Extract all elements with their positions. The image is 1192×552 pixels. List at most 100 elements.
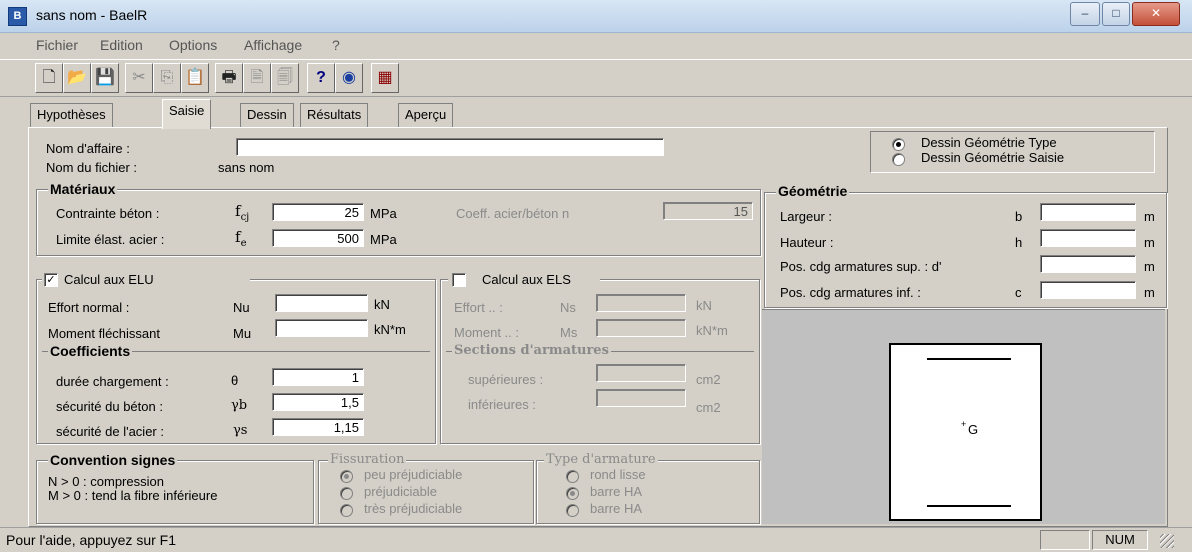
els-moment-label: Moment .. : <box>454 325 520 340</box>
menu-bar: Fichier Edition Options Affichage ? <box>0 33 1192 57</box>
moment-flechissant-input[interactable] <box>275 319 368 337</box>
coeff-acier-beton-input[interactable]: 15 <box>663 202 753 220</box>
maximize-button[interactable]: □ <box>1102 2 1130 26</box>
nom-fichier-label: Nom du fichier : <box>46 160 138 175</box>
paste-icon[interactable]: 📋 <box>181 63 209 93</box>
tab-resultats[interactable]: Résultats <box>300 103 369 128</box>
elu-checkbox[interactable]: ✓ <box>44 273 58 287</box>
menu-affichage[interactable]: Affichage <box>244 37 302 53</box>
status-help-text: Pour l'aide, appuyez sur F1 <box>6 532 176 548</box>
radio-geometrie-type-label: Dessin Géométrie Type <box>921 135 1057 150</box>
coefficients-title: Coefficients <box>48 343 133 359</box>
print-icon[interactable]: 🖶 <box>215 63 243 93</box>
sections-inf-unit: cm2 <box>696 400 721 415</box>
pos-cdg-inf-input[interactable] <box>1040 281 1136 299</box>
gamma-b-symbol: γb <box>231 398 248 413</box>
cut-icon[interactable]: ✂ <box>125 63 153 93</box>
radio-geometrie-saisie[interactable] <box>892 153 905 166</box>
largeur-label: Largeur : <box>780 209 833 224</box>
convention-line1: N > 0 : compression <box>48 474 164 489</box>
els-moment-input[interactable] <box>596 319 686 337</box>
radio-peu-prejudiciable[interactable] <box>340 470 353 483</box>
tab-hypotheses[interactable]: Hypothèses <box>30 103 113 128</box>
menu-options[interactable]: Options <box>169 37 217 53</box>
type-armature-option-3: barre HA <box>590 501 643 516</box>
tab-dessin[interactable]: Dessin <box>240 103 294 128</box>
convention-line2: M > 0 : tend la fibre inférieure <box>48 488 218 503</box>
securite-acier-label: sécurité de l'acier : <box>56 424 164 439</box>
menu-help[interactable]: ? <box>332 37 340 53</box>
type-armature-title: Type d'armature <box>544 452 658 467</box>
sections-sup-input[interactable] <box>596 364 686 382</box>
largeur-unit: m <box>1144 209 1155 224</box>
pos-cdg-inf-unit: m <box>1144 285 1155 300</box>
minimize-button[interactable]: ‒ <box>1070 2 1100 26</box>
geometrie-title: Géométrie <box>776 183 850 199</box>
context-help-icon[interactable]: ◉ <box>335 63 363 93</box>
centroid-marker: + <box>961 419 967 429</box>
radio-rond-lisse[interactable] <box>566 470 579 483</box>
menu-fichier[interactable]: Fichier <box>36 37 78 53</box>
limite-elast-label: Limite élast. acier : <box>56 232 165 247</box>
pos-cdg-sup-label: Pos. cdg armatures sup. : d' <box>780 259 942 274</box>
tab-apercu[interactable]: Aperçu <box>398 103 454 128</box>
print-setup-icon[interactable]: 🗐 <box>271 63 299 93</box>
radio-geometrie-type[interactable] <box>892 138 905 151</box>
contrainte-beton-label: Contrainte béton : <box>56 206 160 221</box>
title-bar: B sans nom - BaelR ‒ □ ✕ <box>0 0 1192 33</box>
ms-symbol: Ms <box>560 325 578 340</box>
pos-cdg-inf-symbol: c <box>1015 285 1022 300</box>
convention-title: Convention signes <box>48 452 178 468</box>
securite-beton-input[interactable]: 1,5 <box>272 393 364 411</box>
effort-normal-input[interactable] <box>275 294 368 312</box>
radio-barre-ha[interactable] <box>566 487 579 500</box>
help-icon[interactable]: ? <box>307 63 335 93</box>
menu-edition[interactable]: Edition <box>100 37 143 53</box>
radio-tres-prejudiciable[interactable] <box>340 504 353 517</box>
resize-grip-icon[interactable] <box>1160 534 1174 548</box>
theta-symbol: θ <box>231 373 239 388</box>
radio-barre-ha-2[interactable] <box>566 504 579 517</box>
elu-title: Calcul aux ELU <box>64 272 154 287</box>
hauteur-unit: m <box>1144 235 1155 250</box>
print-preview-icon[interactable]: 🗎 <box>243 63 271 93</box>
window-title: sans nom - BaelR <box>36 7 148 23</box>
contrainte-beton-input[interactable]: 25 <box>272 203 364 221</box>
radio-prejudiciable[interactable] <box>340 487 353 500</box>
sections-title: Sections d'armatures <box>452 343 611 358</box>
moment-flechissant-label: Moment fléchissant <box>48 326 160 341</box>
fissuration-title: Fissuration <box>328 452 407 467</box>
hauteur-input[interactable] <box>1040 229 1136 247</box>
hauteur-symbol: h <box>1015 235 1023 250</box>
pos-cdg-inf-label: Pos. cdg armatures inf. : <box>780 285 921 300</box>
fissuration-option-1: peu préjudiciable <box>364 467 463 482</box>
save-icon[interactable]: 💾 <box>91 63 119 93</box>
largeur-input[interactable] <box>1040 203 1136 221</box>
close-button[interactable]: ✕ <box>1132 2 1180 26</box>
pos-cdg-sup-input[interactable] <box>1040 255 1136 273</box>
gamma-s-symbol: γs <box>233 423 248 438</box>
els-checkbox[interactable] <box>452 273 466 287</box>
toolbar: 🗋 📂 💾 ✂ ⎘ 📋 🖶 🗎 🗐 ? ◉ ▦ <box>0 59 1192 97</box>
open-icon[interactable]: 📂 <box>63 63 91 93</box>
fissuration-option-3: très préjudiciable <box>364 501 463 516</box>
status-bar: Pour l'aide, appuyez sur F1 NUM <box>0 527 1192 552</box>
limite-elast-input[interactable]: 500 <box>272 229 364 247</box>
duree-chargement-label: durée chargement : <box>56 374 169 389</box>
els-effort-input[interactable] <box>596 294 686 312</box>
securite-acier-input[interactable]: 1,15 <box>272 418 364 436</box>
nu-symbol: Nu <box>233 300 250 315</box>
duree-chargement-input[interactable]: 1 <box>272 368 364 386</box>
limite-unit: MPa <box>370 232 397 247</box>
calculator-icon[interactable]: ▦ <box>371 63 399 93</box>
sections-inf-input[interactable] <box>596 389 686 407</box>
copy-icon[interactable]: ⎘ <box>153 63 181 93</box>
new-icon[interactable]: 🗋 <box>35 63 63 93</box>
nom-affaire-input[interactable] <box>236 138 664 156</box>
hauteur-label: Hauteur : <box>780 235 834 250</box>
fcj-symbol: fcj <box>235 202 250 223</box>
top-reinforcement-line <box>927 358 1011 360</box>
tab-saisie[interactable]: Saisie <box>162 99 212 129</box>
nom-fichier-value: sans nom <box>218 160 275 175</box>
effort-normal-label: Effort normal : <box>48 300 130 315</box>
